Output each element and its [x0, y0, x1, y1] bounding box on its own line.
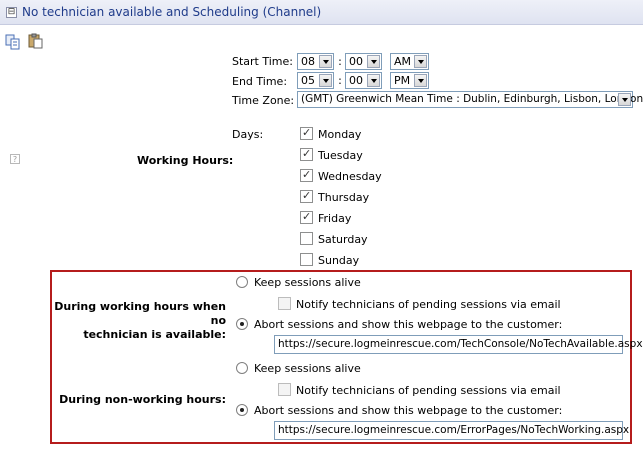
friday-checkbox[interactable]: [300, 210, 313, 224]
working-abort-label: Abort sessions and show this webpage to …: [254, 318, 563, 331]
start-hour-value: 08: [301, 55, 315, 68]
start-minute-value: 00: [349, 55, 363, 68]
section-title: No technician available and Scheduling (…: [22, 5, 322, 19]
end-ampm-select[interactable]: PM: [390, 72, 429, 89]
non-working-keep-alive-radio[interactable]: [236, 362, 248, 374]
end-hour-select[interactable]: 05: [297, 72, 334, 89]
working-abort-radio[interactable]: [236, 318, 248, 330]
working-notify-checkbox[interactable]: [278, 297, 291, 310]
non-working-url-input[interactable]: https://secure.logmeinrescue.com/ErrorPa…: [274, 421, 629, 440]
start-hour-select[interactable]: 08: [297, 53, 334, 70]
time-separator: :: [338, 55, 342, 68]
tuesday-label: Tuesday: [318, 149, 363, 162]
sunday-checkbox[interactable]: [300, 253, 313, 266]
start-time-label: Start Time:: [232, 55, 293, 68]
working-url-value: https://secure.logmeinrescue.com/TechCon…: [278, 338, 643, 350]
tuesday-checkbox[interactable]: [300, 147, 313, 161]
working-keep-alive-label: Keep sessions alive: [254, 276, 361, 289]
working-hours-label: Working Hours:: [137, 154, 234, 167]
working-url-input[interactable]: https://secure.logmeinrescue.com/TechCon…: [274, 335, 643, 354]
start-ampm-value: AM: [394, 55, 412, 68]
wednesday-checkbox[interactable]: [300, 168, 313, 182]
chevron-down-icon: [367, 74, 380, 87]
saturday-label: Saturday: [318, 233, 368, 246]
chevron-down-icon: [319, 55, 332, 68]
copy-icon[interactable]: [5, 34, 20, 50]
start-minute-select[interactable]: 00: [345, 53, 382, 70]
monday-checkbox[interactable]: [300, 126, 313, 140]
working-notify-label: Notify technicians of pending sessions v…: [296, 298, 561, 311]
end-hour-value: 05: [301, 74, 315, 87]
end-time-label: End Time:: [232, 75, 288, 88]
end-ampm-value: PM: [394, 74, 411, 87]
non-working-keep-alive-label: Keep sessions alive: [254, 362, 361, 375]
chevron-down-icon: [319, 74, 332, 87]
days-label: Days:: [232, 128, 264, 141]
time-zone-value: (GMT) Greenwich Mean Time : Dublin, Edin…: [301, 93, 643, 105]
end-minute-select[interactable]: 00: [345, 72, 382, 89]
collapse-toggle-icon[interactable]: ⊟: [6, 7, 17, 18]
friday-label: Friday: [318, 212, 352, 225]
chevron-down-icon: [414, 74, 427, 87]
help-icon[interactable]: ?: [10, 154, 20, 164]
chevron-down-icon: [367, 55, 380, 68]
non-working-label: During non-working hours:: [59, 393, 226, 406]
paste-icon[interactable]: [28, 33, 43, 49]
chevron-down-icon: [414, 55, 427, 68]
working-keep-alive-radio[interactable]: [236, 276, 248, 288]
monday-label: Monday: [318, 128, 362, 141]
time-zone-select[interactable]: (GMT) Greenwich Mean Time : Dublin, Edin…: [297, 91, 643, 108]
chevron-down-icon: [618, 93, 631, 106]
non-working-notify-checkbox[interactable]: [278, 383, 291, 396]
working-no-tech-label-line2: technician is available:: [83, 328, 226, 341]
wednesday-label: Wednesday: [318, 170, 382, 183]
sunday-label: Sunday: [318, 254, 360, 267]
non-working-abort-radio[interactable]: [236, 404, 248, 416]
thursday-checkbox[interactable]: [300, 189, 313, 203]
saturday-checkbox[interactable]: [300, 232, 313, 245]
start-ampm-select[interactable]: AM: [390, 53, 429, 70]
non-working-url-value: https://secure.logmeinrescue.com/ErrorPa…: [278, 424, 630, 436]
time-zone-label: Time Zone:: [232, 94, 295, 107]
working-no-tech-label-line1: During working hours when no: [54, 300, 226, 327]
non-working-notify-label: Notify technicians of pending sessions v…: [296, 384, 561, 397]
non-working-abort-label: Abort sessions and show this webpage to …: [254, 404, 563, 417]
working-no-tech-label: During working hours when no technician …: [52, 300, 226, 342]
end-minute-value: 00: [349, 74, 363, 87]
thursday-label: Thursday: [318, 191, 370, 204]
time-separator: :: [338, 74, 342, 87]
highlight-box: [50, 270, 632, 444]
